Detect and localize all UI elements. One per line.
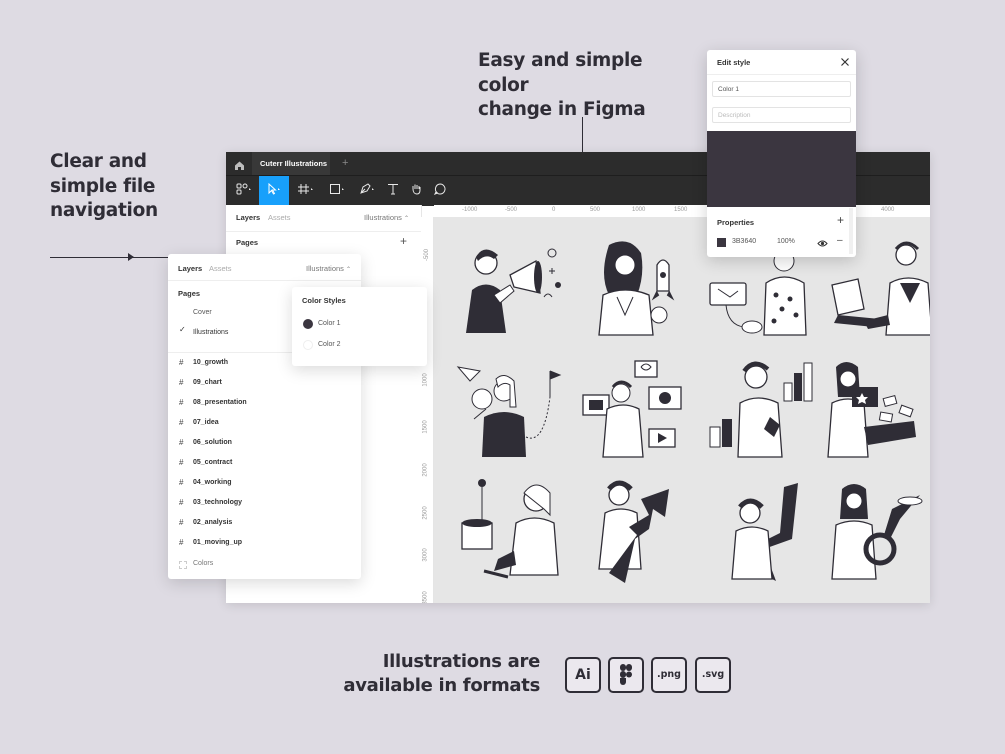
chevron-up-icon: ⌃ [346,267,352,273]
frame-placeholder-icon [179,561,187,569]
frame-icon: # [179,398,184,407]
fill-swatch[interactable] [717,238,726,247]
format-png-icon: .png [651,657,687,693]
add-page-icon[interactable]: + [400,234,407,248]
new-tab-button[interactable]: + [342,152,348,175]
frame-icon: # [179,418,184,427]
frame-icon: # [179,478,184,487]
layer-row[interactable]: #01_moving_up [168,533,361,553]
illustration-arrow-up[interactable] [579,479,695,597]
format-figma-icon [608,657,644,693]
frame-icon: # [179,358,184,367]
frame-icon: # [179,538,184,547]
move-tool-icon[interactable] [259,176,289,206]
chevron-up-icon: ⌃ [404,216,410,222]
page-item-cover[interactable]: Cover [193,303,212,323]
color-swatch [303,319,313,329]
pages-label: Pages [236,238,259,247]
frame-icon: # [179,378,184,387]
figma-canvas[interactable] [434,217,930,603]
frame-icon: # [179,438,184,447]
check-icon: ✓ [179,325,186,334]
illustration-arrow-down[interactable] [704,479,820,597]
format-ai-icon: Ai [565,657,601,693]
hex-value[interactable]: 3B3640 [732,238,756,245]
scrollbar[interactable] [849,208,853,254]
frame-tool-icon[interactable] [292,176,320,206]
layer-row-colors[interactable]: Colors [168,554,361,574]
heading-file-navigation: Clear and simple file navigation [50,151,158,221]
add-property-icon[interactable]: + [837,213,844,227]
edit-style-card: Edit style Color 1 Description Propertie… [707,50,856,257]
pages-label: Pages [178,289,201,298]
tab-layers[interactable]: Layers [236,213,260,222]
layer-row[interactable]: #03_technology [168,493,361,513]
frame-icon: # [179,518,184,527]
comment-tool-icon[interactable] [431,176,449,206]
close-icon[interactable] [839,55,851,67]
illustration-plant[interactable] [454,479,570,597]
page-select[interactable]: Illustrations ⌃ [364,213,409,222]
layer-row[interactable]: #04_working [168,473,361,493]
style-description-input[interactable]: Description [712,107,851,123]
heading-color-change: Easy and simple color change in Figma [478,50,646,120]
color-styles-card: Color Styles Color 1 Color 2 [292,287,427,366]
layer-row[interactable]: #02_analysis [168,513,361,533]
arrow-right-icon [128,253,134,261]
properties-label: Properties [717,218,755,227]
file-tab[interactable]: Cuterr Illustrations [252,152,330,175]
illustration-presentation[interactable] [579,357,695,475]
remove-fill-icon[interactable]: – [837,235,843,246]
opacity-value[interactable]: 100% [777,238,795,245]
layer-row[interactable]: #05_contract [168,453,361,473]
color-swatch [303,340,313,350]
layer-row[interactable]: #09_chart [168,373,361,393]
color-styles-title: Color Styles [302,296,346,305]
layer-row[interactable]: #07_idea [168,413,361,433]
page-select[interactable]: Illustrations ⌃ [306,264,351,273]
frame-icon: # [179,458,184,467]
tab-assets[interactable]: Assets [268,213,291,222]
illustration-money[interactable] [824,357,930,475]
illustration-megaphone[interactable] [454,235,570,353]
color-style-item-2[interactable]: Color 2 [292,333,427,355]
tab-layers[interactable]: Layers [178,264,202,273]
illustration-chart[interactable] [704,357,820,475]
tab-assets[interactable]: Assets [209,264,232,273]
edit-style-title: Edit style [717,58,751,67]
heading-formats: Illustrations are available in formats [343,651,540,696]
color-preview [707,131,856,207]
figma-menu-icon[interactable] [230,176,258,206]
ruler-left: -500 1000 1500 2000 2500 3000 3500 [421,217,434,603]
illustration-rocket[interactable] [579,235,695,353]
illustration-horn[interactable] [824,479,930,597]
rectangle-tool-icon[interactable] [324,176,352,206]
pen-tool-icon[interactable] [354,176,382,206]
frame-icon: # [179,498,184,507]
style-name-input[interactable]: Color 1 [712,81,851,97]
hand-tool-icon[interactable] [407,176,425,206]
page-item-illustrations[interactable]: Illustrations [193,323,228,343]
format-svg-icon: .svg [695,657,731,693]
arrow-line-left [50,257,178,258]
illustration-idea[interactable] [454,357,570,475]
layer-row[interactable]: #06_solution [168,433,361,453]
eye-icon[interactable] [817,236,828,247]
text-tool-icon[interactable] [384,176,402,206]
home-icon[interactable] [234,158,245,170]
layer-row[interactable]: #08_presentation [168,393,361,413]
